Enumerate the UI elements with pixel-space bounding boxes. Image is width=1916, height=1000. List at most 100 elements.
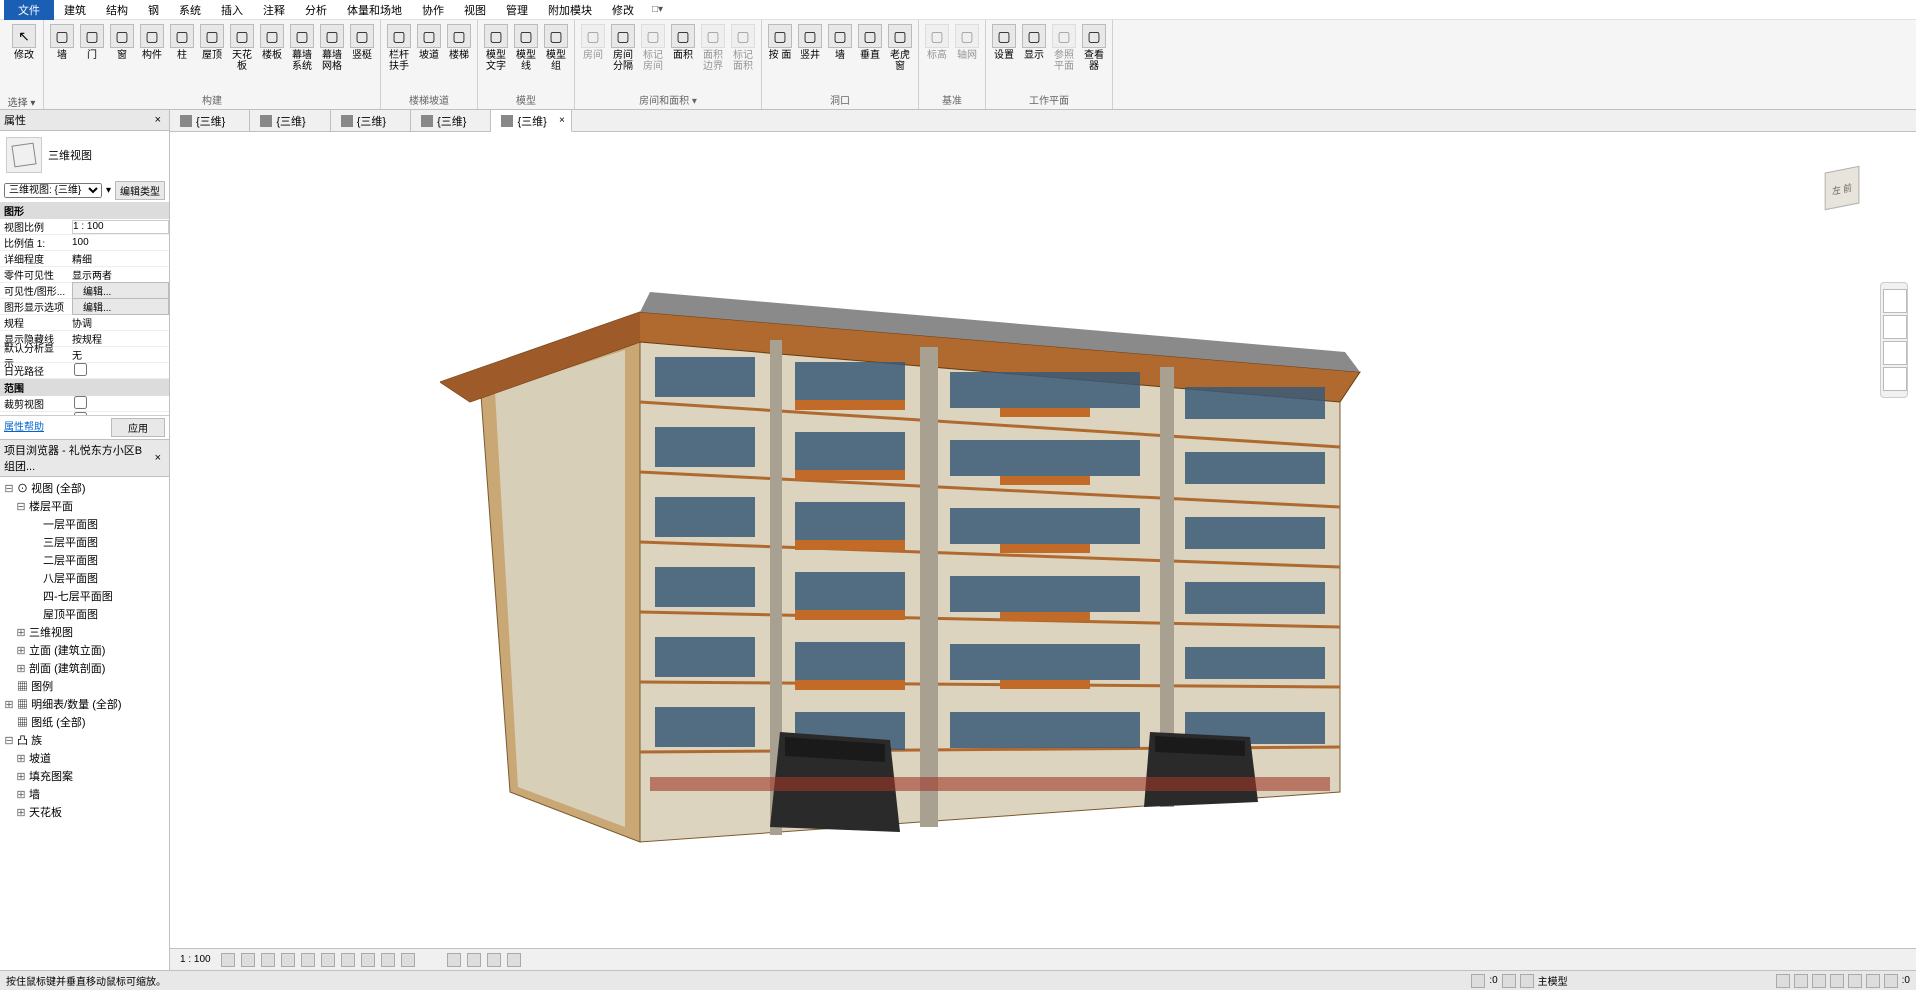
- tree-node[interactable]: 二层平面图: [2, 551, 167, 569]
- tree-node[interactable]: ⊞ 三维视图: [2, 623, 167, 641]
- menu-tab-struct[interactable]: 结构: [96, 0, 138, 20]
- scale-display[interactable]: 1 : 100: [176, 954, 215, 965]
- tree-node[interactable]: ⊞ 墙: [2, 785, 167, 803]
- mullion-tool[interactable]: ▢竖梃: [348, 22, 376, 74]
- vc-3-icon[interactable]: [487, 953, 501, 967]
- vertical-tool[interactable]: ▢垂直: [856, 22, 884, 74]
- nav-zoom-icon[interactable]: [1883, 341, 1907, 365]
- floor-tool[interactable]: ▢楼板: [258, 22, 286, 74]
- nav-orbit-icon[interactable]: [1883, 367, 1907, 391]
- tree-toggle-icon[interactable]: ⊞: [16, 662, 26, 675]
- nav-pan-icon[interactable]: [1883, 315, 1907, 339]
- crop-icon[interactable]: [321, 953, 335, 967]
- tree-node[interactable]: ⊟ 凸 族: [2, 731, 167, 749]
- tree-toggle-icon[interactable]: ⊞: [16, 788, 26, 801]
- tree-toggle-icon[interactable]: ⊟: [16, 500, 26, 513]
- tree-node[interactable]: 三层平面图: [2, 533, 167, 551]
- vc-1-icon[interactable]: [447, 953, 461, 967]
- status-icon-9[interactable]: [1866, 974, 1880, 988]
- properties-help-link[interactable]: 属性帮助: [4, 418, 44, 437]
- status-icon-7[interactable]: [1830, 974, 1844, 988]
- status-icon-5[interactable]: [1794, 974, 1808, 988]
- roof-tool[interactable]: ▢屋顶: [198, 22, 226, 74]
- prop-edit-button[interactable]: 编辑...: [72, 298, 169, 315]
- model-text-tool[interactable]: ▢模型 文字: [482, 22, 510, 74]
- tree-node[interactable]: ⊟ ⊙ 视图 (全部): [2, 479, 167, 497]
- lock-icon[interactable]: [361, 953, 375, 967]
- menu-tab-insert[interactable]: 插入: [211, 0, 253, 20]
- menu-tab-systems[interactable]: 系统: [169, 0, 211, 20]
- view-tab[interactable]: {三维}: [331, 110, 411, 131]
- viewer-tool[interactable]: ▢查看器: [1080, 22, 1108, 74]
- properties-close-icon[interactable]: ×: [151, 114, 165, 126]
- view-tab[interactable]: {三维}×: [491, 110, 571, 132]
- model-group-tool[interactable]: ▢模型 组: [542, 22, 570, 74]
- crop-region-icon[interactable]: [341, 953, 355, 967]
- rendering-icon[interactable]: [301, 953, 315, 967]
- vc-2-icon[interactable]: [467, 953, 481, 967]
- show-tool[interactable]: ▢显示: [1020, 22, 1048, 74]
- door-tool[interactable]: ▢门: [78, 22, 106, 74]
- tree-toggle-icon[interactable]: ⊞: [16, 806, 26, 819]
- menu-tab-analyze[interactable]: 分析: [295, 0, 337, 20]
- set-tool[interactable]: ▢设置: [990, 22, 1018, 74]
- instance-selector[interactable]: 三维视图: {三维}: [4, 183, 102, 198]
- menu-tab-view[interactable]: 视图: [454, 0, 496, 20]
- prop-input[interactable]: [72, 220, 169, 234]
- curtain-grid-tool[interactable]: ▢幕墙 网格: [318, 22, 346, 74]
- close-tab-icon[interactable]: ×: [559, 115, 565, 126]
- filter-icon[interactable]: ▾: [106, 185, 111, 196]
- tree-toggle-icon[interactable]: ⊞: [16, 626, 26, 639]
- menu-tab-arch[interactable]: 建筑: [54, 0, 96, 20]
- menu-tab-modify[interactable]: 修改: [602, 0, 644, 20]
- tree-node[interactable]: ▦ 图纸 (全部): [2, 713, 167, 731]
- hide-icon[interactable]: [381, 953, 395, 967]
- column-tool[interactable]: ▢柱: [168, 22, 196, 74]
- menu-tab-collab[interactable]: 协作: [412, 0, 454, 20]
- tree-toggle-icon[interactable]: ⊞: [16, 644, 26, 657]
- view-tab[interactable]: {三维}: [170, 110, 250, 131]
- tree-node[interactable]: ⊟ 楼层平面: [2, 497, 167, 515]
- status-icon-8[interactable]: [1848, 974, 1862, 988]
- 3d-canvas[interactable]: 左 前: [170, 132, 1916, 948]
- stair-tool[interactable]: ▢楼梯: [445, 22, 473, 74]
- sun-path-icon[interactable]: [261, 953, 275, 967]
- vc-4-icon[interactable]: [507, 953, 521, 967]
- tree-node[interactable]: ⊞ 填充图案: [2, 767, 167, 785]
- modify-tool[interactable]: ↖ 修改: [4, 22, 44, 63]
- tree-node[interactable]: ⊞ 剖面 (建筑剖面): [2, 659, 167, 677]
- by-face-tool[interactable]: ▢按 面: [766, 22, 794, 74]
- area-tool[interactable]: ▢面积: [669, 22, 697, 74]
- status-icon-6[interactable]: [1812, 974, 1826, 988]
- nav-wheel-icon[interactable]: [1883, 289, 1907, 313]
- tree-node[interactable]: ⊞ 坡道: [2, 749, 167, 767]
- tree-node[interactable]: ⊞ 天花板: [2, 803, 167, 821]
- tree-toggle-icon[interactable]: ⊟: [4, 734, 14, 747]
- ramp-tool[interactable]: ▢坡道: [415, 22, 443, 74]
- menu-tab-massing[interactable]: 体量和场地: [337, 0, 412, 20]
- wall-tool[interactable]: ▢墙: [48, 22, 76, 74]
- browser-close-icon[interactable]: ×: [151, 452, 165, 464]
- status-icon-4[interactable]: [1776, 974, 1790, 988]
- status-icon-2[interactable]: [1502, 974, 1516, 988]
- tree-node[interactable]: 八层平面图: [2, 569, 167, 587]
- menu-tab-annotate[interactable]: 注释: [253, 0, 295, 20]
- tree-toggle-icon[interactable]: ⊞: [16, 770, 26, 783]
- menu-tab-addins[interactable]: 附加模块: [538, 0, 602, 20]
- select-dropdown[interactable]: 选择 ▾: [4, 94, 39, 109]
- prop-checkbox[interactable]: [74, 363, 87, 376]
- shadows-icon[interactable]: [281, 953, 295, 967]
- status-icon-10[interactable]: [1884, 974, 1898, 988]
- ceiling-tool[interactable]: ▢天花板: [228, 22, 256, 74]
- detail-level-icon[interactable]: [221, 953, 235, 967]
- view-tab[interactable]: {三维}: [411, 110, 491, 131]
- status-icon-3[interactable]: [1520, 974, 1534, 988]
- edit-type-button[interactable]: 编辑类型: [115, 181, 165, 200]
- shaft-tool[interactable]: ▢竖井: [796, 22, 824, 74]
- tree-node[interactable]: 四-七层平面图: [2, 587, 167, 605]
- tree-toggle-icon[interactable]: ⊟: [4, 482, 14, 495]
- apply-button[interactable]: 应用: [111, 418, 165, 437]
- window-tool[interactable]: ▢窗: [108, 22, 136, 74]
- menu-selection-btn[interactable]: □▾: [652, 4, 663, 15]
- model-line-tool[interactable]: ▢模型 线: [512, 22, 540, 74]
